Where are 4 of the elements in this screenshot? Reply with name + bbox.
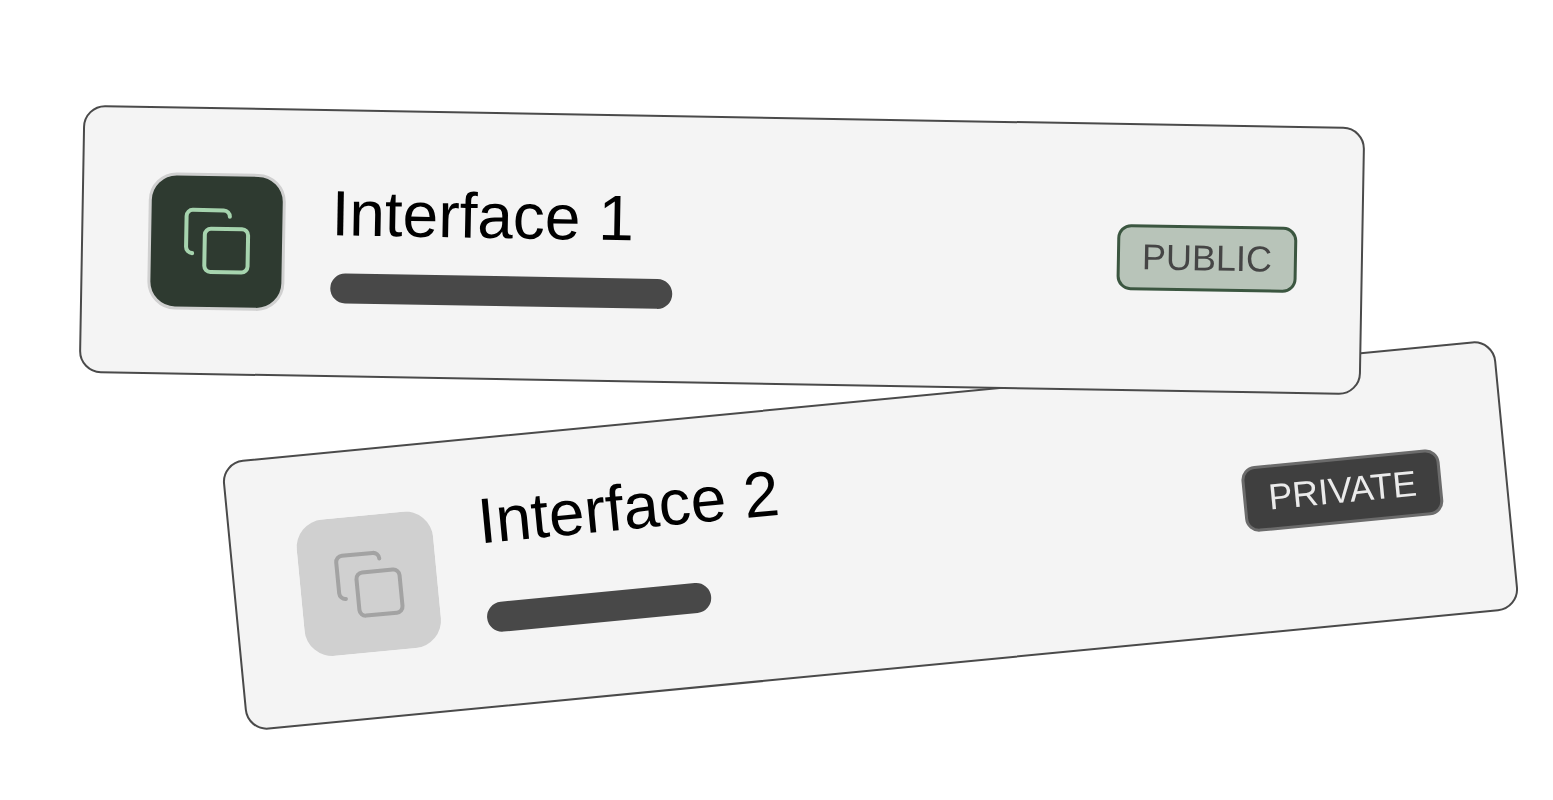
card-title: Interface 1 <box>331 181 636 252</box>
visibility-badge: PUBLIC <box>1116 223 1298 294</box>
card-title: Interface 2 <box>474 460 782 554</box>
visibility-badge: PRIVATE <box>1240 447 1445 533</box>
